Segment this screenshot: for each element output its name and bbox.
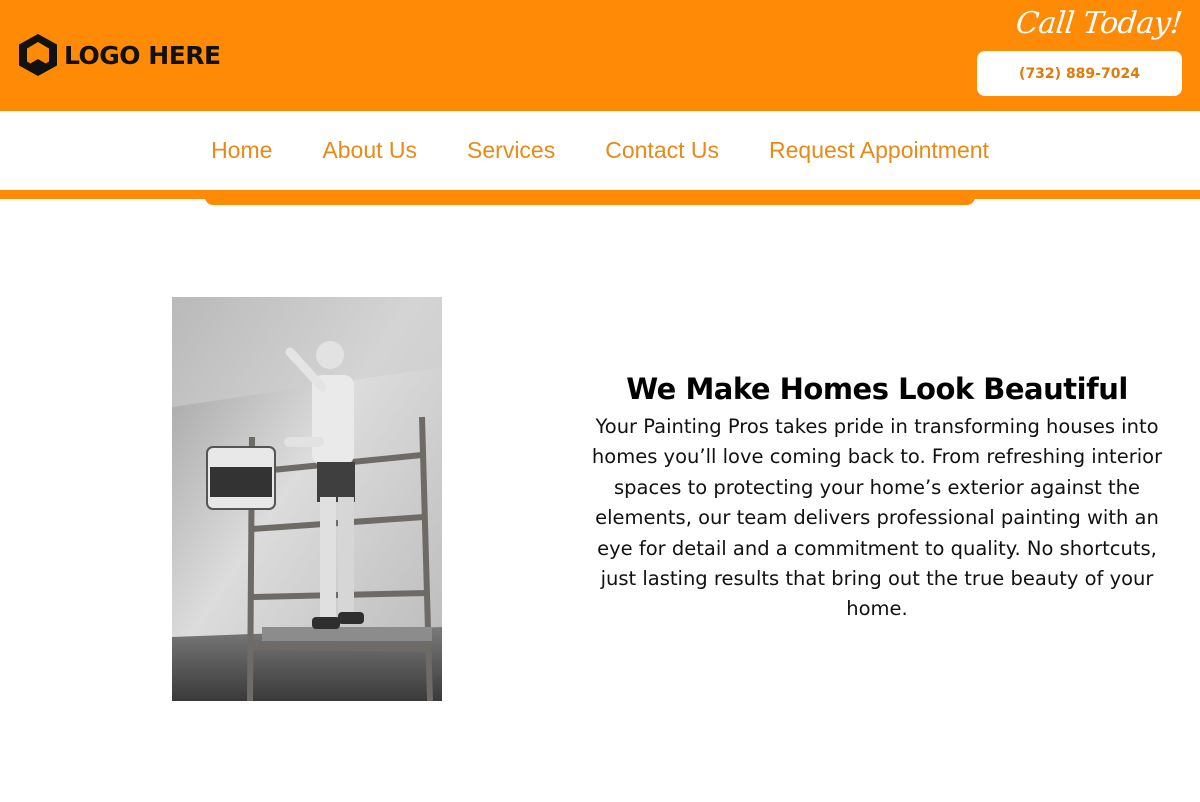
nav-item-contact-us[interactable]: Contact Us: [605, 137, 719, 164]
top-header-bar: LOGO HERE Call Today! (732) 889-7024: [0, 0, 1200, 111]
nav-item-about-us[interactable]: About Us: [322, 137, 417, 164]
intro-section: We Make Homes Look Beautiful Your Painti…: [590, 372, 1164, 625]
section-heading: We Make Homes Look Beautiful: [626, 372, 1128, 406]
nav-divider-tab: [205, 196, 975, 205]
logo-text: LOGO HERE: [64, 40, 221, 70]
call-today-heading: Call Today!: [1014, 6, 1184, 41]
main-navigation: Home About Us Services Contact Us Reques…: [0, 111, 1200, 190]
phone-number-button[interactable]: (732) 889-7024: [977, 51, 1182, 96]
nav-item-request-appointment[interactable]: Request Appointment: [769, 137, 989, 164]
painter-on-scaffold-photo: [172, 297, 442, 701]
hexagon-logo-icon: [16, 32, 60, 78]
nav-item-services[interactable]: Services: [467, 137, 555, 164]
logo[interactable]: LOGO HERE: [16, 32, 221, 78]
nav-item-home[interactable]: Home: [211, 137, 272, 164]
section-body-text: Your Painting Pros takes pride in transf…: [591, 415, 1163, 621]
